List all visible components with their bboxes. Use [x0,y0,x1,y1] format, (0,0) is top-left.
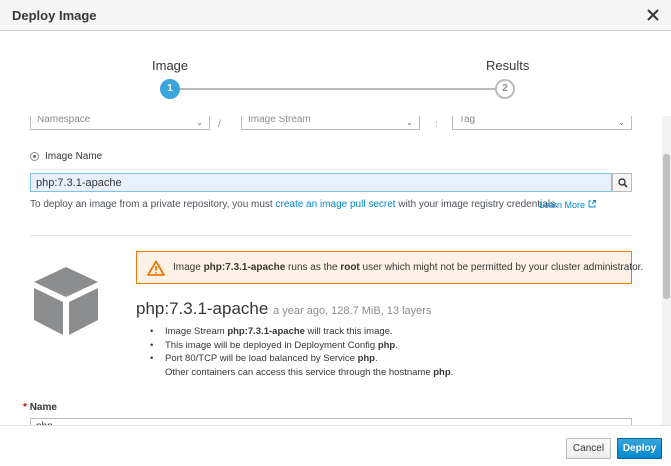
list-item: Other containers can access this service… [165,366,454,378]
modal-footer: Cancel Deploy [0,425,671,466]
root-user-warning-alert: Image php:7.3.1-apache runs as the root … [136,251,643,284]
chevron-down-icon: ⌄ [618,118,625,127]
step-label-results[interactable]: Results [486,58,529,73]
step-label-image[interactable]: Image [152,58,188,73]
image-name-input[interactable] [30,173,612,192]
list-item: Port 80/TCP will be load balanced by Ser… [150,352,453,366]
chevron-down-icon: ⌄ [406,118,413,127]
deploy-button[interactable]: Deploy [617,438,662,459]
name-field-label: * Name [23,402,57,413]
chevron-down-icon: ⌄ [196,118,203,127]
tag-select[interactable]: Tag ⌄ [452,116,632,130]
close-icon [647,9,659,21]
body-scrollbar[interactable] [662,116,671,425]
image-search-button[interactable] [612,173,632,192]
warning-icon [147,260,165,276]
image-stream-select[interactable]: Image Stream ⌄ [241,116,420,130]
selector-separator: : [435,119,438,130]
list-item: This image will be deployed in Deploymen… [150,339,453,353]
modal-title: Deploy Image [12,8,97,23]
name-input[interactable]: php [30,418,632,425]
pull-secret-helper-text: To deploy an image from a private reposi… [30,199,558,210]
image-name-radio-label: Image Name [45,151,103,162]
tag-select-label: Tag [459,116,476,125]
step-circle-2[interactable]: 2 [495,79,515,99]
step-circle-1[interactable]: 1 [160,79,180,99]
image-metadata: a year ago, 128.7 MiB, 13 layers [273,305,432,317]
scrollbar-thumb[interactable] [663,154,670,299]
required-marker: * [23,402,27,413]
namespace-select[interactable]: Namespace ⌄ [30,116,210,130]
image-name-radio[interactable] [30,152,39,161]
container-image-icon [34,267,98,335]
warning-text: Image php:7.3.1-apache runs as the root … [173,262,644,273]
selector-separator: / [218,119,221,130]
learn-more-link[interactable]: Learn More [539,200,596,210]
namespace-select-label: Namespace [37,116,91,125]
cancel-button[interactable]: Cancel [566,438,611,459]
step-progress-line [170,88,505,90]
close-button[interactable] [641,3,665,27]
modal-header: Deploy Image [0,0,671,31]
create-pull-secret-link[interactable]: create an image pull secret [275,199,395,210]
search-icon [618,178,628,188]
section-divider [30,235,632,236]
list-item: Image Stream php:7.3.1-apache will track… [150,325,453,339]
image-title: php:7.3.1-apache a year ago, 128.7 MiB, … [136,299,432,318]
external-link-icon [588,200,596,208]
image-stream-select-label: Image Stream [248,116,311,125]
wizard-steps: Image Results 1 2 [0,31,671,116]
modal-body: Namespace ⌄ / Image Stream ⌄ : Tag ⌄ Ima… [0,116,671,425]
deploy-summary-list: Image Stream php:7.3.1-apache will track… [150,325,453,379]
